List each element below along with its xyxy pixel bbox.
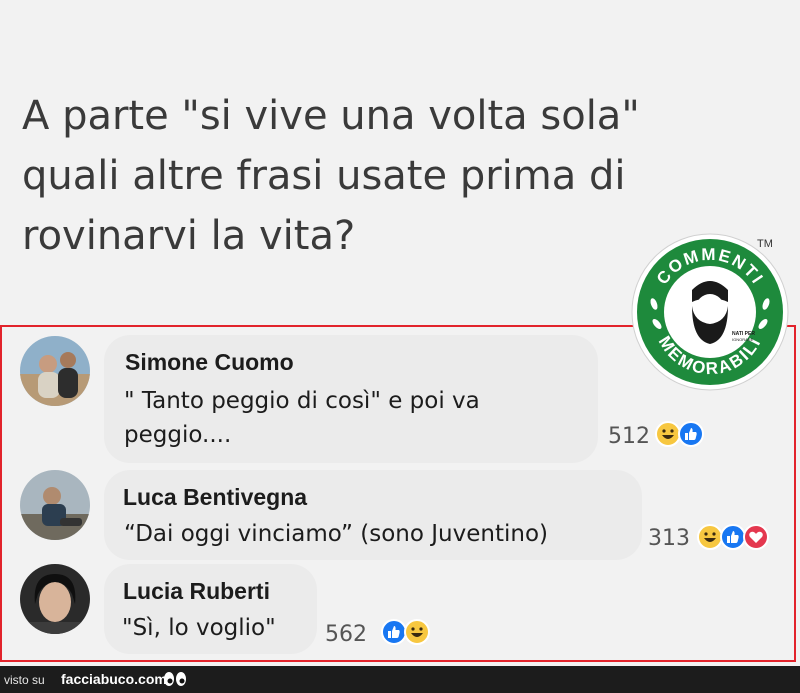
comment-text: "Sì, lo voglio" xyxy=(122,615,276,641)
footer-visto-label: visto su xyxy=(4,673,45,687)
comment-author[interactable]: Luca Bentivegna xyxy=(123,484,307,511)
svg-text:IGNORARE: IGNORARE xyxy=(732,337,754,342)
love-icon[interactable] xyxy=(743,524,769,550)
headline-line: A parte "si vive una volta sola" xyxy=(22,93,640,139)
comment-text: " Tanto peggio di così" e poi va xyxy=(124,388,480,414)
comment-text: “Dai oggi vinciamo” (sono Juventino) xyxy=(124,521,548,547)
footer-site-link[interactable]: facciabuco.com xyxy=(61,671,167,687)
trademark: TM xyxy=(757,238,773,250)
avatar[interactable] xyxy=(20,564,90,634)
comment-text: peggio.... xyxy=(124,422,232,448)
eyes-icon xyxy=(163,670,187,693)
reaction-count[interactable]: 512 xyxy=(608,424,650,449)
commenti-memorabili-logo: COMMENTI MEMORABILI NATI PER IGNORARE xyxy=(630,232,790,392)
comment-author[interactable]: Simone Cuomo xyxy=(125,349,294,376)
haha-icon[interactable] xyxy=(404,619,430,645)
avatar[interactable] xyxy=(20,336,90,406)
avatar[interactable] xyxy=(20,470,90,540)
reaction-count[interactable]: 313 xyxy=(648,526,690,551)
like-icon[interactable] xyxy=(678,421,704,447)
reaction-count[interactable]: 562 xyxy=(325,622,367,647)
comment-author[interactable]: Lucia Ruberti xyxy=(123,578,270,605)
footer-bar: visto su facciabuco.com xyxy=(0,666,800,693)
headline-line: quali altre frasi usate prima di xyxy=(22,153,626,199)
